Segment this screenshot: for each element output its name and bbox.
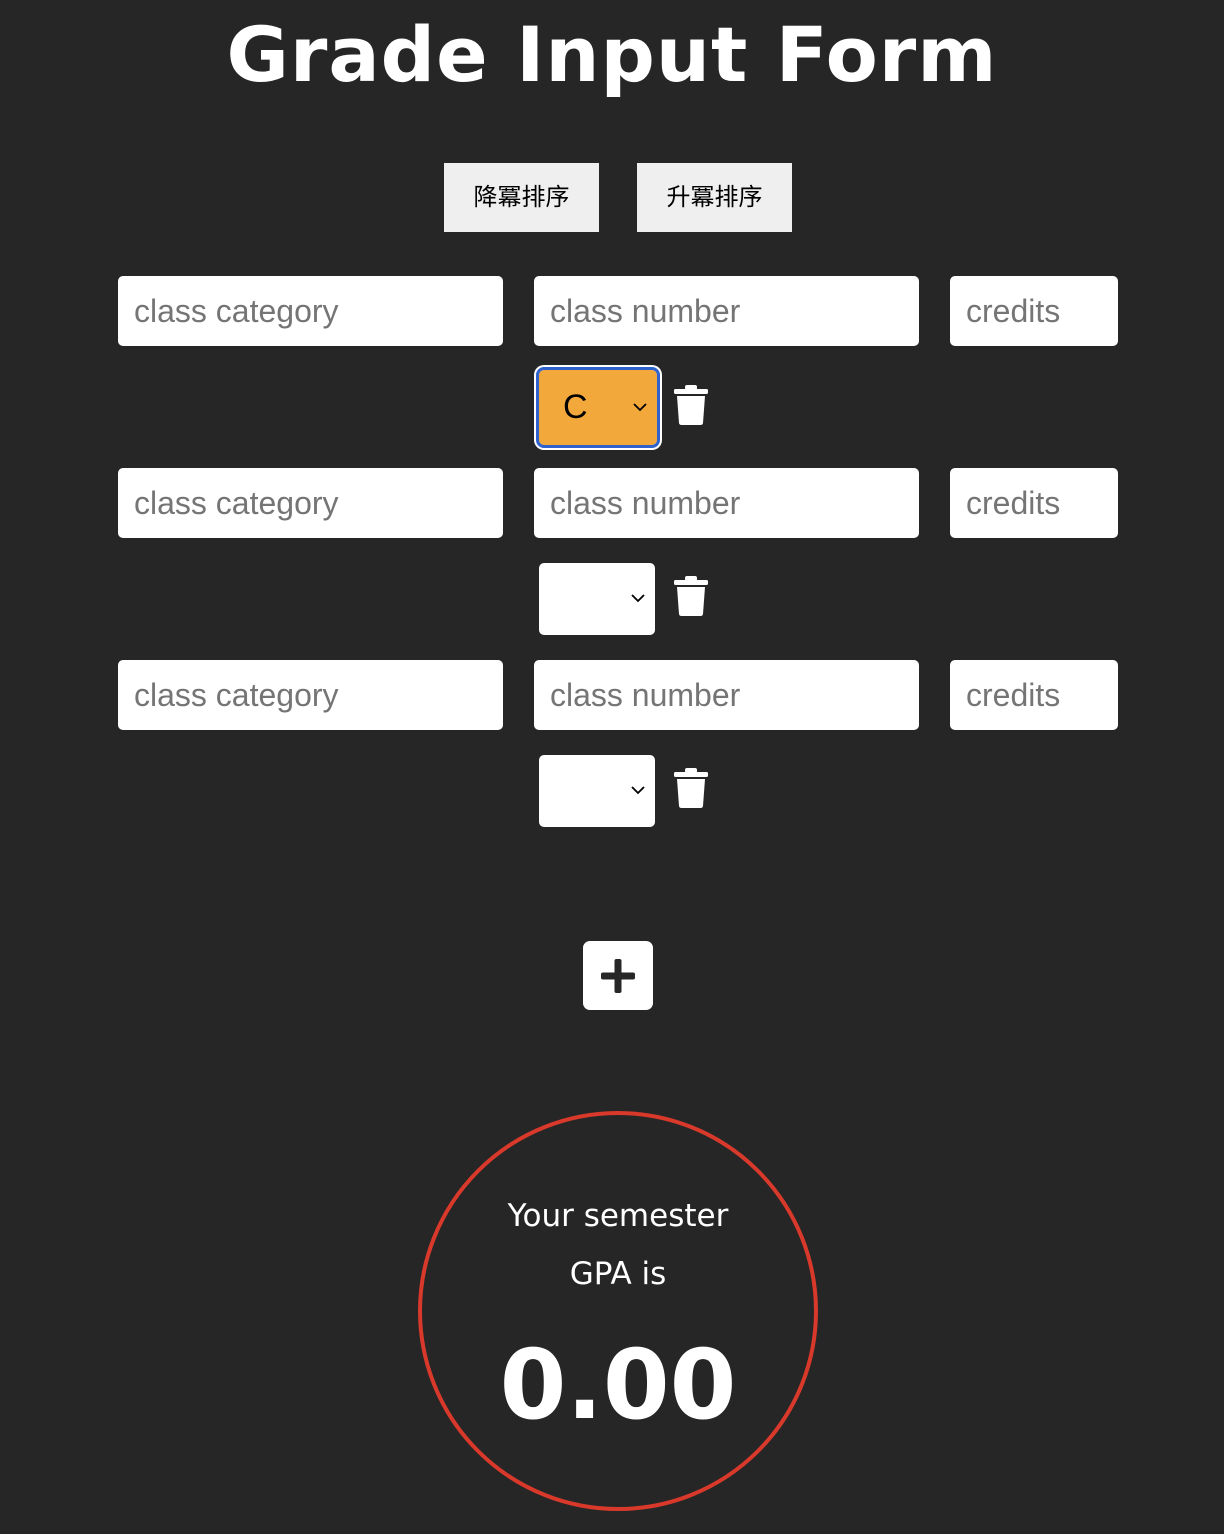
gpa-label-line-2: GPA is	[569, 1256, 667, 1292]
class-category-input[interactable]: class category	[118, 276, 503, 346]
grade-select[interactable]	[539, 755, 655, 827]
grade-select[interactable]: C	[536, 367, 660, 448]
gpa-label-line-1: Your semester	[507, 1198, 729, 1234]
sort-descending-button[interactable]: 降冪排序	[444, 163, 599, 232]
credits-input[interactable]: credits	[950, 660, 1118, 730]
gpa-label: Your semester GPA is	[422, 1187, 814, 1303]
sort-ascending-button[interactable]: 升冪排序	[637, 163, 792, 232]
gpa-value: 0.00	[499, 1329, 737, 1441]
class-number-input[interactable]: class number	[534, 468, 919, 538]
class-number-input[interactable]: class number	[534, 660, 919, 730]
chevron-down-icon	[631, 786, 645, 795]
grade-select-value: C	[563, 388, 588, 426]
add-row-button[interactable]	[583, 941, 653, 1010]
class-category-input[interactable]: class category	[118, 660, 503, 730]
class-number-input[interactable]: class number	[534, 276, 919, 346]
credits-input[interactable]: credits	[950, 468, 1118, 538]
page-title: Grade Input Form	[226, 10, 998, 99]
gpa-result-circle: Your semester GPA is 0.00	[418, 1111, 818, 1511]
plus-icon	[601, 959, 635, 993]
grade-select[interactable]	[539, 563, 655, 635]
chevron-down-icon	[633, 403, 647, 412]
class-category-input[interactable]: class category	[118, 468, 503, 538]
chevron-down-icon	[631, 594, 645, 603]
trash-icon[interactable]	[672, 575, 710, 617]
credits-input[interactable]: credits	[950, 276, 1118, 346]
trash-icon[interactable]	[672, 384, 710, 426]
trash-icon[interactable]	[672, 767, 710, 809]
